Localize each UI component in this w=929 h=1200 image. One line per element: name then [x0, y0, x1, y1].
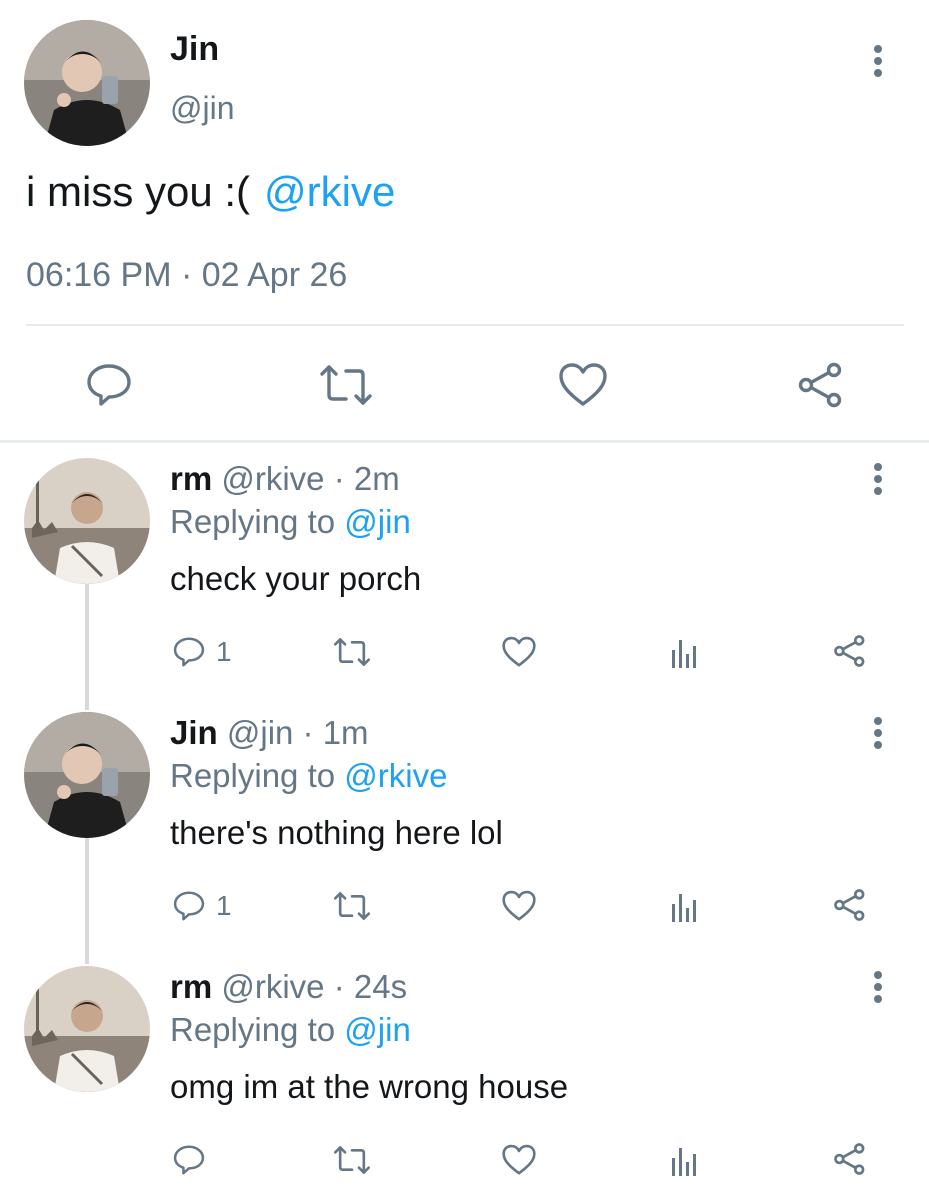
tweet-timestamp: 06:16 PM · 02 Apr 26: [26, 256, 348, 294]
author-name[interactable]: Jin: [170, 30, 219, 69]
more-options-icon[interactable]: [873, 717, 883, 751]
avatar-jin[interactable]: [24, 712, 150, 838]
like-icon[interactable]: [501, 1144, 537, 1176]
replying-prefix: Replying to: [170, 757, 336, 794]
reply-text: omg im at the wrong house: [170, 1068, 569, 1105]
analytics-icon[interactable]: [670, 636, 700, 668]
more-options-icon[interactable]: [873, 463, 883, 497]
reply-header: Jin @jin · 1m: [170, 714, 369, 752]
reply-icon[interactable]: [172, 1144, 206, 1176]
analytics-icon[interactable]: [670, 1144, 700, 1176]
reply-text: there's nothing here lol: [170, 814, 503, 851]
retweet-icon[interactable]: [318, 362, 374, 408]
more-options-icon[interactable]: [873, 45, 883, 79]
avatar-rm[interactable]: [24, 458, 150, 584]
avatar-rm[interactable]: [24, 966, 150, 1092]
author-handle[interactable]: @jin: [170, 90, 235, 127]
thread-line: [85, 584, 89, 710]
avatar-jin[interactable]: [24, 20, 150, 146]
reply-header: rm @rkive · 2m: [170, 460, 400, 498]
reply-header: rm @rkive · 24s: [170, 968, 407, 1006]
mention-link[interactable]: @rkive: [264, 168, 395, 215]
divider: [26, 324, 904, 326]
like-icon[interactable]: [558, 362, 608, 408]
retweet-icon[interactable]: [332, 636, 372, 668]
reply-count: 1: [216, 890, 232, 921]
mention-link[interactable]: @jin: [344, 1011, 411, 1048]
reply-author-name[interactable]: rm: [170, 460, 212, 497]
replying-to: Replying to @jin: [170, 503, 411, 541]
mention-link[interactable]: @rkive: [344, 757, 447, 794]
reply-meta: @rkive · 24s: [221, 968, 408, 1005]
retweet-icon[interactable]: [332, 1144, 372, 1176]
share-icon[interactable]: [833, 634, 867, 668]
share-icon[interactable]: [833, 888, 867, 922]
replying-prefix: Replying to: [170, 503, 336, 540]
reply-author-name[interactable]: rm: [170, 968, 212, 1005]
like-icon[interactable]: [501, 890, 537, 922]
replying-to: Replying to @rkive: [170, 757, 447, 795]
thread-line: [85, 838, 89, 964]
reply-text: check your porch: [170, 560, 422, 597]
reply-icon[interactable]: [172, 636, 206, 668]
reply-author-name[interactable]: Jin: [170, 714, 218, 751]
tweet-text: i miss you :( @rkive: [26, 168, 395, 216]
mention-link[interactable]: @jin: [344, 503, 411, 540]
replying-prefix: Replying to: [170, 1011, 336, 1048]
retweet-icon[interactable]: [332, 890, 372, 922]
section-divider: [0, 440, 929, 443]
like-icon[interactable]: [501, 636, 537, 668]
replying-to: Replying to @jin: [170, 1011, 411, 1049]
more-options-icon[interactable]: [873, 971, 883, 1005]
reply-meta: @rkive · 2m: [221, 460, 400, 497]
share-icon[interactable]: [833, 1142, 867, 1176]
analytics-icon[interactable]: [670, 890, 700, 922]
reply-meta: @jin · 1m: [226, 714, 369, 751]
reply-count: 1: [216, 636, 232, 667]
tweet-body: i miss you :(: [26, 168, 251, 215]
reply-icon[interactable]: [172, 890, 206, 922]
share-icon[interactable]: [797, 362, 845, 408]
reply-icon[interactable]: [85, 362, 133, 408]
